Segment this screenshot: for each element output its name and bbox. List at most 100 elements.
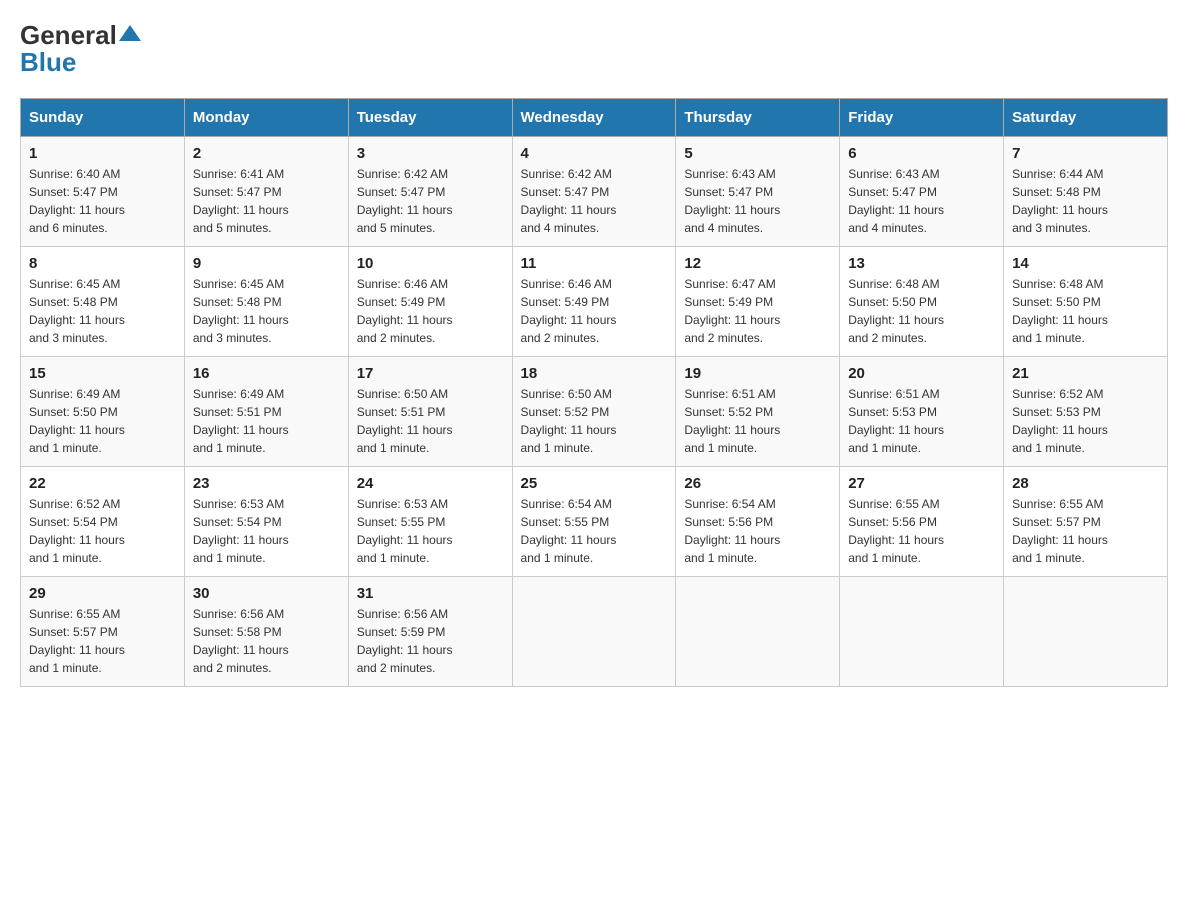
day-number: 17 xyxy=(357,365,504,382)
day-info: Sunrise: 6:46 AMSunset: 5:49 PMDaylight:… xyxy=(521,275,668,347)
calendar-cell: 15Sunrise: 6:49 AMSunset: 5:50 PMDayligh… xyxy=(21,357,185,467)
day-number: 23 xyxy=(193,475,340,492)
day-info: Sunrise: 6:51 AMSunset: 5:53 PMDaylight:… xyxy=(848,385,995,457)
day-info: Sunrise: 6:56 AMSunset: 5:58 PMDaylight:… xyxy=(193,605,340,677)
calendar-week-4: 22 Sunrise: 6:52 AMSunset: 5:54 PMDayligh… xyxy=(21,467,1168,577)
day-info: Sunrise: 6:53 AMSunset: 5:54 PMDaylight:… xyxy=(193,495,340,567)
day-number: 25 xyxy=(521,475,668,492)
day-info: Sunrise: 6:46 AMSunset: 5:49 PMDaylight:… xyxy=(357,275,504,347)
day-number: 6 xyxy=(848,145,995,162)
day-number: 9 xyxy=(193,255,340,272)
calendar-cell: 4 Sunrise: 6:42 AMSunset: 5:47 PMDaylight… xyxy=(512,137,676,247)
calendar-cell: 31 Sunrise: 6:56 AMSunset: 5:59 PMDayligh… xyxy=(348,577,512,687)
day-info: Sunrise: 6:52 AMSunset: 5:54 PMDaylight:… xyxy=(29,495,176,567)
calendar-cell: 22 Sunrise: 6:52 AMSunset: 5:54 PMDayligh… xyxy=(21,467,185,577)
day-info: Sunrise: 6:55 AMSunset: 5:57 PMDaylight:… xyxy=(29,605,176,677)
day-info: Sunrise: 6:55 AMSunset: 5:57 PMDaylight:… xyxy=(1012,495,1159,567)
calendar-cell xyxy=(512,577,676,687)
calendar-cell: 26Sunrise: 6:54 AMSunset: 5:56 PMDayligh… xyxy=(676,467,840,577)
calendar-cell: 19Sunrise: 6:51 AMSunset: 5:52 PMDayligh… xyxy=(676,357,840,467)
day-number: 1 xyxy=(29,145,176,162)
day-info: Sunrise: 6:47 AMSunset: 5:49 PMDaylight:… xyxy=(684,275,831,347)
calendar-cell: 7 Sunrise: 6:44 AMSunset: 5:48 PMDaylight… xyxy=(1004,137,1168,247)
calendar-cell: 29 Sunrise: 6:55 AMSunset: 5:57 PMDayligh… xyxy=(21,577,185,687)
calendar-cell: 12 Sunrise: 6:47 AMSunset: 5:49 PMDayligh… xyxy=(676,247,840,357)
header-friday: Friday xyxy=(840,99,1004,137)
header-tuesday: Tuesday xyxy=(348,99,512,137)
day-number: 22 xyxy=(29,475,176,492)
header-saturday: Saturday xyxy=(1004,99,1168,137)
calendar-cell: 20 Sunrise: 6:51 AMSunset: 5:53 PMDayligh… xyxy=(840,357,1004,467)
calendar-week-2: 8Sunrise: 6:45 AMSunset: 5:48 PMDaylight… xyxy=(21,247,1168,357)
day-number: 4 xyxy=(521,145,668,162)
calendar-cell: 8Sunrise: 6:45 AMSunset: 5:48 PMDaylight… xyxy=(21,247,185,357)
calendar-cell xyxy=(1004,577,1168,687)
calendar-cell: 9Sunrise: 6:45 AMSunset: 5:48 PMDaylight… xyxy=(184,247,348,357)
day-number: 20 xyxy=(848,365,995,382)
day-number: 18 xyxy=(521,365,668,382)
calendar-cell: 2 Sunrise: 6:41 AMSunset: 5:47 PMDaylight… xyxy=(184,137,348,247)
calendar-cell xyxy=(676,577,840,687)
day-number: 13 xyxy=(848,255,995,272)
day-info: Sunrise: 6:44 AMSunset: 5:48 PMDaylight:… xyxy=(1012,165,1159,237)
day-info: Sunrise: 6:49 AMSunset: 5:50 PMDaylight:… xyxy=(29,385,176,457)
day-number: 28 xyxy=(1012,475,1159,492)
day-info: Sunrise: 6:42 AMSunset: 5:47 PMDaylight:… xyxy=(521,165,668,237)
day-info: Sunrise: 6:54 AMSunset: 5:56 PMDaylight:… xyxy=(684,495,831,567)
header-sunday: Sunday xyxy=(21,99,185,137)
calendar-cell: 11 Sunrise: 6:46 AMSunset: 5:49 PMDayligh… xyxy=(512,247,676,357)
calendar-cell: 10 Sunrise: 6:46 AMSunset: 5:49 PMDayligh… xyxy=(348,247,512,357)
day-number: 27 xyxy=(848,475,995,492)
day-info: Sunrise: 6:54 AMSunset: 5:55 PMDaylight:… xyxy=(521,495,668,567)
day-info: Sunrise: 6:56 AMSunset: 5:59 PMDaylight:… xyxy=(357,605,504,677)
calendar-cell: 23 Sunrise: 6:53 AMSunset: 5:54 PMDayligh… xyxy=(184,467,348,577)
day-info: Sunrise: 6:53 AMSunset: 5:55 PMDaylight:… xyxy=(357,495,504,567)
day-number: 2 xyxy=(193,145,340,162)
calendar-cell: 14Sunrise: 6:48 AMSunset: 5:50 PMDayligh… xyxy=(1004,247,1168,357)
day-info: Sunrise: 6:51 AMSunset: 5:52 PMDaylight:… xyxy=(684,385,831,457)
day-info: Sunrise: 6:50 AMSunset: 5:51 PMDaylight:… xyxy=(357,385,504,457)
calendar-week-1: 1 Sunrise: 6:40 AMSunset: 5:47 PMDaylight… xyxy=(21,137,1168,247)
day-info: Sunrise: 6:42 AMSunset: 5:47 PMDaylight:… xyxy=(357,165,504,237)
day-number: 12 xyxy=(684,255,831,272)
calendar-cell: 16 Sunrise: 6:49 AMSunset: 5:51 PMDayligh… xyxy=(184,357,348,467)
logo-blue: Blue xyxy=(20,47,76,78)
header-thursday: Thursday xyxy=(676,99,840,137)
header-wednesday: Wednesday xyxy=(512,99,676,137)
day-number: 10 xyxy=(357,255,504,272)
calendar-cell: 18 Sunrise: 6:50 AMSunset: 5:52 PMDayligh… xyxy=(512,357,676,467)
day-number: 21 xyxy=(1012,365,1159,382)
calendar-cell: 6Sunrise: 6:43 AMSunset: 5:47 PMDaylight… xyxy=(840,137,1004,247)
calendar-cell: 30 Sunrise: 6:56 AMSunset: 5:58 PMDayligh… xyxy=(184,577,348,687)
calendar-cell: 17 Sunrise: 6:50 AMSunset: 5:51 PMDayligh… xyxy=(348,357,512,467)
calendar-cell xyxy=(840,577,1004,687)
calendar-cell: 27Sunrise: 6:55 AMSunset: 5:56 PMDayligh… xyxy=(840,467,1004,577)
day-info: Sunrise: 6:43 AMSunset: 5:47 PMDaylight:… xyxy=(684,165,831,237)
day-info: Sunrise: 6:41 AMSunset: 5:47 PMDaylight:… xyxy=(193,165,340,237)
day-info: Sunrise: 6:48 AMSunset: 5:50 PMDaylight:… xyxy=(848,275,995,347)
calendar-cell: 13 Sunrise: 6:48 AMSunset: 5:50 PMDayligh… xyxy=(840,247,1004,357)
day-number: 7 xyxy=(1012,145,1159,162)
day-number: 16 xyxy=(193,365,340,382)
day-info: Sunrise: 6:52 AMSunset: 5:53 PMDaylight:… xyxy=(1012,385,1159,457)
day-number: 29 xyxy=(29,585,176,602)
calendar-week-3: 15Sunrise: 6:49 AMSunset: 5:50 PMDayligh… xyxy=(21,357,1168,467)
calendar-cell: 24Sunrise: 6:53 AMSunset: 5:55 PMDayligh… xyxy=(348,467,512,577)
day-number: 30 xyxy=(193,585,340,602)
calendar-cell: 25 Sunrise: 6:54 AMSunset: 5:55 PMDayligh… xyxy=(512,467,676,577)
calendar-table: SundayMondayTuesdayWednesdayThursdayFrid… xyxy=(20,98,1168,687)
day-number: 31 xyxy=(357,585,504,602)
day-number: 11 xyxy=(521,255,668,272)
page-header: General Blue xyxy=(20,20,1168,78)
day-info: Sunrise: 6:40 AMSunset: 5:47 PMDaylight:… xyxy=(29,165,176,237)
day-info: Sunrise: 6:50 AMSunset: 5:52 PMDaylight:… xyxy=(521,385,668,457)
calendar-cell: 1 Sunrise: 6:40 AMSunset: 5:47 PMDaylight… xyxy=(21,137,185,247)
calendar-cell: 21 Sunrise: 6:52 AMSunset: 5:53 PMDayligh… xyxy=(1004,357,1168,467)
day-info: Sunrise: 6:49 AMSunset: 5:51 PMDaylight:… xyxy=(193,385,340,457)
day-info: Sunrise: 6:45 AMSunset: 5:48 PMDaylight:… xyxy=(29,275,176,347)
calendar-week-5: 29 Sunrise: 6:55 AMSunset: 5:57 PMDayligh… xyxy=(21,577,1168,687)
logo-triangle-icon xyxy=(119,23,141,45)
day-number: 3 xyxy=(357,145,504,162)
calendar-header-row: SundayMondayTuesdayWednesdayThursdayFrid… xyxy=(21,99,1168,137)
day-number: 14 xyxy=(1012,255,1159,272)
